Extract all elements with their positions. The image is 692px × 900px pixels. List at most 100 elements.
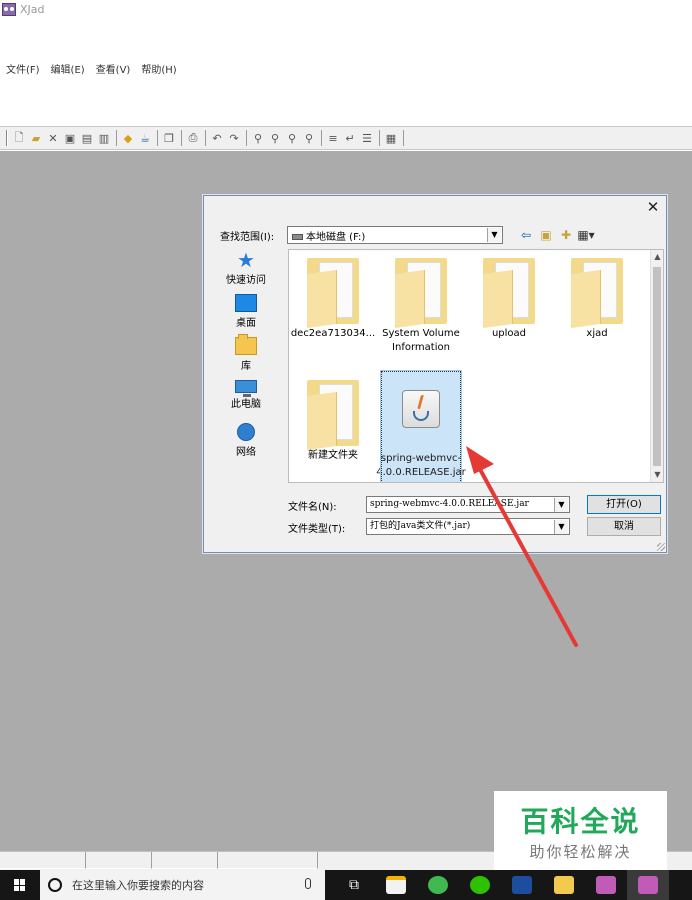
resize-grip[interactable] [657, 543, 665, 551]
open-folder-icon[interactable]: ▰ [29, 131, 43, 145]
folder-icon [307, 258, 359, 329]
scroll-thumb[interactable] [653, 267, 661, 466]
menu-help[interactable]: 帮助(H) [141, 62, 176, 80]
new-folder-icon[interactable]: ✚ [557, 227, 575, 243]
folder-icon [571, 258, 623, 329]
search-placeholder: 在这里输入你要搜索的内容 [72, 879, 204, 892]
wrap-icon[interactable]: ↵ [343, 131, 357, 145]
place-this-pc[interactable]: 此电脑 [216, 380, 276, 423]
menu-file[interactable]: 文件(F) [6, 62, 40, 80]
selected-file[interactable]: spring-webmvc-4.0.0.RELEASE.jar [376, 370, 466, 482]
store-icon[interactable] [375, 870, 417, 900]
computer-icon [235, 380, 257, 397]
toolbar: 🗋 ▰ ✕ ▣ ▤ ▥ ◆ ☕ ❐ ⎙ ↶ ↷ ⚲ ⚲ ⚲ ⚲ ≡ ↵ ☰ ▦ [0, 126, 692, 150]
save-all-icon[interactable]: ▥ [97, 131, 111, 145]
status-pane [218, 852, 318, 869]
jar-file-item[interactable]: spring-webmvc-4.0.0.RELEASE.jar [376, 370, 466, 482]
chevron-down-icon[interactable]: ▼ [554, 498, 568, 512]
undo-icon[interactable]: ↶ [210, 131, 224, 145]
up-folder-icon[interactable]: ▣ [537, 227, 555, 243]
places-bar: ★ 快速访问 桌面 库 此电脑 网络 [216, 248, 276, 466]
toolbar-separator [181, 130, 182, 146]
close-file-icon[interactable]: ✕ [46, 131, 60, 145]
place-label: 网络 [236, 447, 256, 458]
task-view-icon[interactable]: ⧉ [333, 870, 375, 900]
find-next-icon[interactable]: ⚲ [268, 131, 282, 145]
window-title: XJad [20, 2, 45, 16]
star-icon: ★ [237, 248, 255, 272]
toolbar-separator [403, 130, 404, 146]
goto-icon[interactable]: ⚲ [302, 131, 316, 145]
dialog-nav-toolbar: ⇦ ▣ ✚ ▦▾ [517, 227, 597, 243]
chevron-down-icon[interactable]: ▼ [487, 228, 501, 242]
scroll-up-icon[interactable]: ▲ [651, 250, 663, 264]
back-arrow-icon[interactable]: ⇦ [517, 227, 535, 243]
replace-icon[interactable]: ⚲ [285, 131, 299, 145]
windows-logo-icon [14, 879, 26, 891]
redo-icon[interactable]: ↷ [227, 131, 241, 145]
java-jar-icon [402, 390, 440, 428]
vertical-scrollbar[interactable]: ▲ ▼ [650, 250, 663, 482]
copy-icon[interactable]: ❐ [162, 131, 176, 145]
file-name-label: 文件名(N): [288, 502, 337, 513]
toolbar-grip [6, 130, 8, 146]
find-icon[interactable]: ⚲ [251, 131, 265, 145]
file-label: xjad [586, 328, 608, 339]
menu-edit[interactable]: 编辑(E) [51, 62, 85, 80]
place-desktop[interactable]: 桌面 [216, 294, 276, 337]
wechat-icon[interactable] [459, 870, 501, 900]
desktop-icon [235, 294, 257, 312]
new-file-icon[interactable]: 🗋 [12, 131, 26, 145]
decompile-icon[interactable]: ◆ [121, 131, 135, 145]
folder-item[interactable]: xjad [553, 252, 641, 370]
toolbar-separator [321, 130, 322, 146]
taskbar-apps: ⧉ [333, 870, 669, 900]
place-label: 此电脑 [231, 399, 261, 410]
place-library[interactable]: 库 [216, 334, 276, 380]
file-label: upload [491, 328, 527, 339]
browser-icon[interactable] [417, 870, 459, 900]
view-menu-icon[interactable]: ▦▾ [577, 227, 595, 243]
close-icon[interactable]: ✕ [645, 199, 661, 215]
look-in-dropdown[interactable]: 本地磁盘 (F:) ▼ [287, 226, 503, 244]
folder-item[interactable]: upload [465, 252, 553, 370]
list-icon[interactable]: ☰ [360, 131, 374, 145]
folder-item[interactable]: System Volume Information [377, 252, 465, 370]
chevron-down-icon[interactable]: ▼ [554, 520, 568, 534]
network-icon [237, 423, 255, 441]
place-quick-access[interactable]: ★ 快速访问 [216, 248, 276, 294]
xjad-taskbar-icon[interactable] [585, 870, 627, 900]
status-pane [0, 852, 86, 869]
scroll-down-icon[interactable]: ▼ [651, 468, 663, 482]
status-pane [86, 852, 152, 869]
toolbar-separator [157, 130, 158, 146]
options-icon[interactable]: ▦ [384, 131, 398, 145]
folder-item[interactable]: dec2ea713034... [289, 252, 377, 370]
save-as-icon[interactable]: ▤ [80, 131, 94, 145]
start-button[interactable] [0, 870, 40, 900]
watermark-logo: 百科全说 助你轻松解决 [494, 791, 667, 875]
toolbar-separator [246, 130, 247, 146]
align-icon[interactable]: ≡ [326, 131, 340, 145]
cancel-button[interactable]: 取消 [587, 517, 661, 536]
folder-icon [395, 258, 447, 329]
xjad-taskbar-icon-active[interactable] [627, 870, 669, 900]
folder-item[interactable]: 新建文件夹 [289, 374, 377, 482]
open-button[interactable]: 打开(O) [587, 495, 661, 514]
look-in-value: 本地磁盘 (F:) [306, 231, 366, 243]
java-icon[interactable]: ☕ [138, 131, 152, 145]
file-label: 新建文件夹 [308, 450, 358, 461]
status-pane [152, 852, 218, 869]
place-network[interactable]: 网络 [216, 423, 276, 466]
toolbar-separator [116, 130, 117, 146]
file-type-dropdown[interactable]: 打包的Java类文件(*.jar) ▼ [366, 518, 570, 535]
taskbar-search[interactable]: 在这里输入你要搜索的内容 [40, 870, 325, 900]
save-icon[interactable]: ▣ [63, 131, 77, 145]
microphone-icon[interactable] [305, 878, 311, 889]
drive-icon [292, 233, 303, 240]
file-name-input[interactable]: spring-webmvc-4.0.0.RELEASE.jar ▼ [366, 496, 570, 513]
app-icon[interactable] [501, 870, 543, 900]
menu-view[interactable]: 查看(V) [96, 62, 131, 80]
file-explorer-icon[interactable] [543, 870, 585, 900]
print-icon[interactable]: ⎙ [186, 131, 200, 145]
